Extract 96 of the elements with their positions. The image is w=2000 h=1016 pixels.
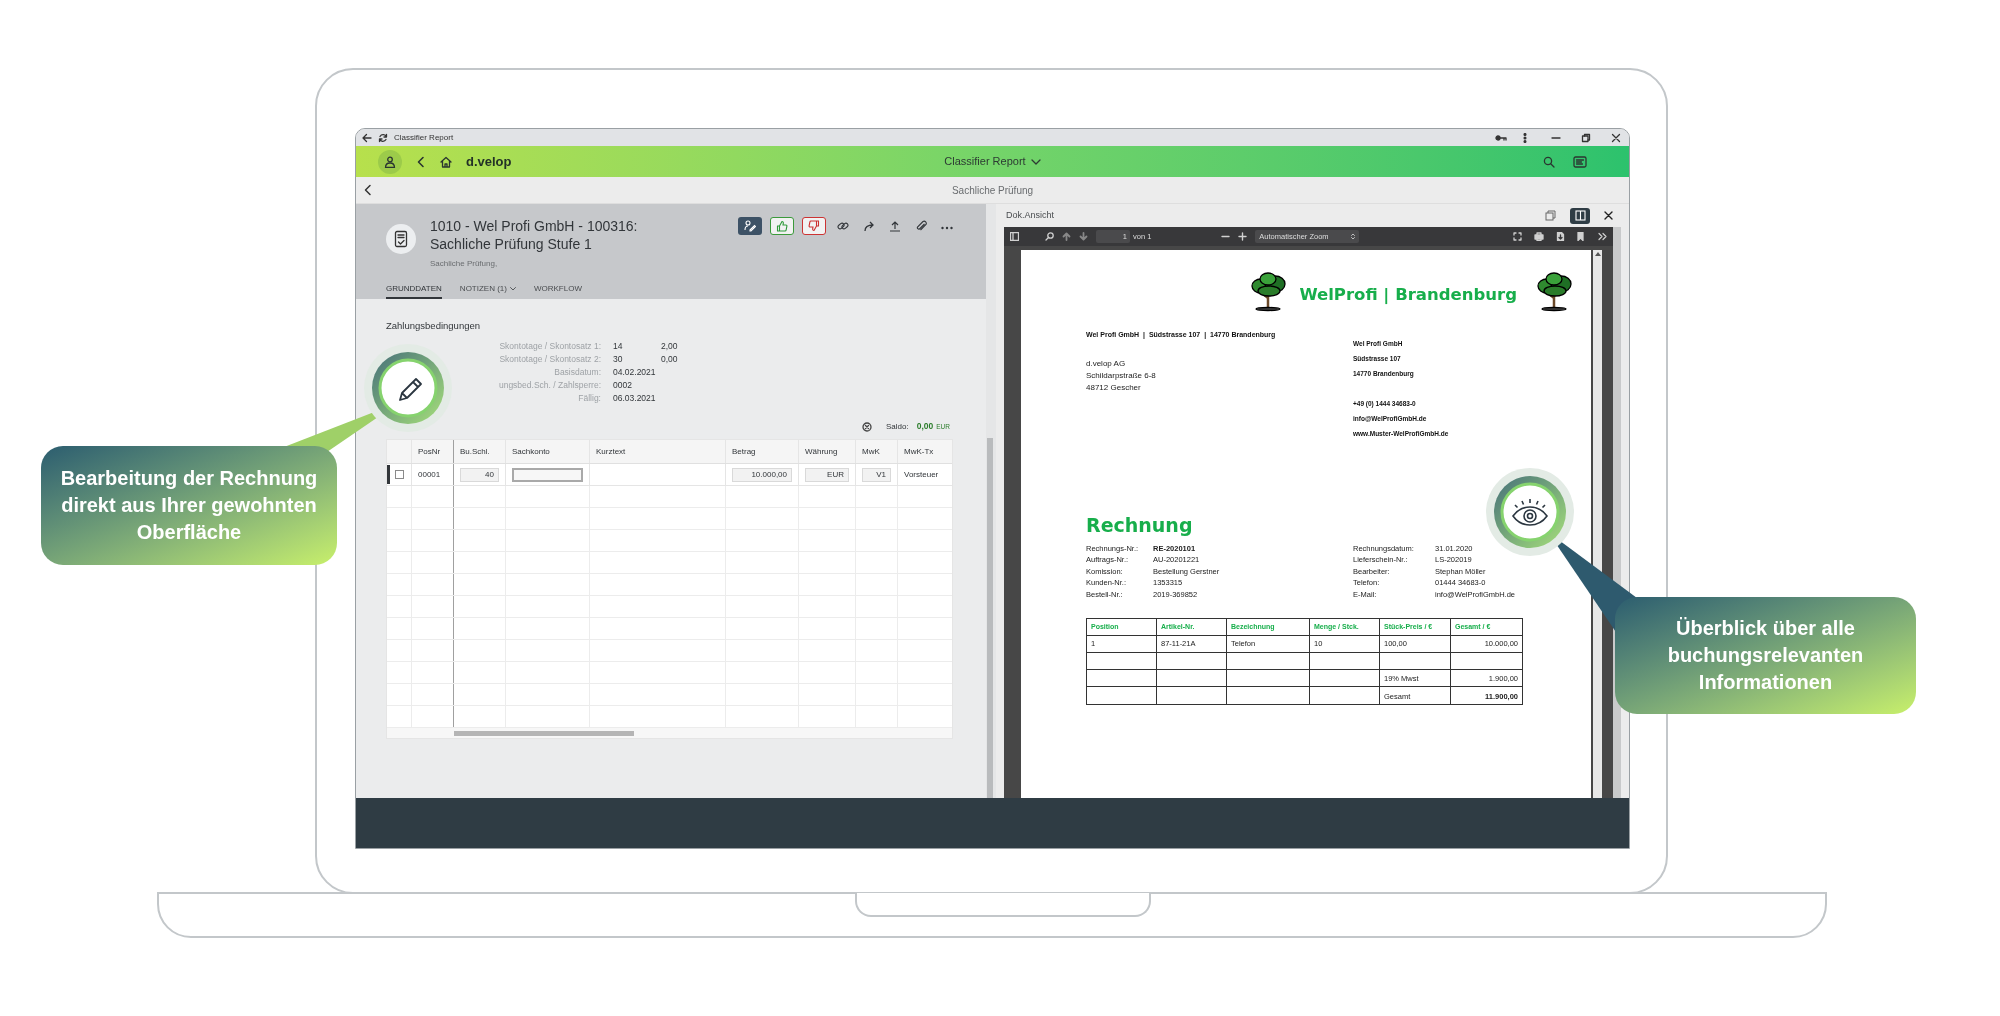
chevron-down-icon xyxy=(1030,158,1041,165)
sidebar-toggle-icon[interactable] xyxy=(1010,232,1019,241)
table-cell: Vorsteuer xyxy=(904,468,939,481)
scrollbar-thumb[interactable] xyxy=(454,730,634,736)
tree-drawing xyxy=(1535,272,1575,312)
field-label: Fällig: xyxy=(577,393,601,404)
callout-bubble: Bearbeitung der Rechnung direkt aus Ihrer gewohnten Oberfläche xyxy=(41,446,337,565)
view-mode-button[interactable] xyxy=(1570,207,1590,224)
print-icon[interactable] xyxy=(1534,232,1544,241)
reset-icon[interactable] xyxy=(862,421,873,432)
input-field[interactable]: EUR xyxy=(805,467,849,482)
field-label: Basisdatum: xyxy=(553,367,601,378)
field-value: 30 xyxy=(612,354,624,365)
double-chevron-icon[interactable] xyxy=(1598,232,1607,241)
column-header[interactable]: Bu.Schl. xyxy=(460,445,490,458)
user-avatar[interactable] xyxy=(378,149,402,174)
column-header[interactable]: MwK xyxy=(862,445,880,458)
close-icon[interactable] xyxy=(1604,211,1613,220)
saldo-label: Saldo: xyxy=(886,420,909,433)
select-arrows-icon xyxy=(1351,233,1356,240)
home-icon[interactable] xyxy=(440,155,452,168)
input-field[interactable] xyxy=(512,467,583,482)
refresh-icon[interactable] xyxy=(378,132,388,143)
task-subtitle: Sachliche Prüfung, xyxy=(430,258,499,270)
table-cell: 00001 xyxy=(418,468,441,481)
kebab-menu-icon[interactable] xyxy=(1523,132,1527,143)
back-icon[interactable] xyxy=(416,155,426,168)
callout-bubble: Überblick über alle buchungsrelevanten Informationen xyxy=(1615,597,1916,714)
fullscreen-icon[interactable] xyxy=(1513,232,1522,241)
link-icon xyxy=(837,220,849,232)
task-title: 1010 - Wel Profi GmbH - 100316: xyxy=(430,217,638,235)
field-value: 14 xyxy=(612,341,624,352)
field-value: 06.03.2021 xyxy=(612,393,657,404)
address-line: Schildarpstraße 6-8 xyxy=(1086,369,1157,382)
reject-button[interactable] xyxy=(802,217,826,235)
column-header[interactable]: PosNr xyxy=(418,445,441,458)
field-label: Skontotage / Skontosatz 1: xyxy=(498,341,601,352)
app-title-menu[interactable]: Classifier Report xyxy=(944,153,1041,170)
input-field[interactable]: 40 xyxy=(460,467,499,482)
download-icon[interactable] xyxy=(1556,232,1565,241)
search-icon[interactable] xyxy=(1045,232,1054,241)
arrow-down-icon[interactable] xyxy=(1079,232,1088,241)
field-value: 2,00 xyxy=(661,341,679,352)
scrollbar-thumb[interactable] xyxy=(987,438,993,798)
section-heading: Zahlungsbedingungen xyxy=(386,319,482,333)
restore-icon[interactable] xyxy=(1581,132,1591,143)
more-icon xyxy=(941,226,953,230)
field-value: 0,00 xyxy=(661,354,679,365)
input-field[interactable]: V1 xyxy=(862,467,891,482)
arrow-up-icon[interactable] xyxy=(1062,232,1071,241)
back-icon[interactable] xyxy=(364,184,372,196)
close-icon[interactable] xyxy=(1611,132,1621,143)
thumbs-up-icon xyxy=(776,220,788,232)
page-title: Sachliche Prüfung xyxy=(951,183,1034,198)
column-header[interactable]: MwK-Tx xyxy=(904,445,934,458)
column-header[interactable]: Sachkonto xyxy=(512,445,550,458)
input-field[interactable]: 10.000,00 xyxy=(732,467,792,482)
brand-logo[interactable]: d.velop xyxy=(466,151,512,172)
approve-button[interactable] xyxy=(770,217,794,235)
tab[interactable]: GRUNDDATEN xyxy=(386,281,442,299)
clipboard-check-icon xyxy=(394,230,408,248)
person-edit-icon xyxy=(744,220,756,232)
column-header[interactable]: Kurztext xyxy=(596,445,626,458)
panel-title: Dok.Ansicht xyxy=(1006,208,1055,222)
column-header[interactable]: Betrag xyxy=(732,445,756,458)
bookmark-icon[interactable] xyxy=(1577,232,1584,241)
key-icon[interactable] xyxy=(1495,133,1507,142)
address-line: 48712 Gescher xyxy=(1086,381,1142,394)
field-value: 0002 xyxy=(612,380,633,391)
row-checkbox[interactable] xyxy=(394,470,404,479)
person-icon xyxy=(384,155,396,168)
edit-button[interactable] xyxy=(738,217,762,235)
company-logo-text: WelProfi | Brandenburg xyxy=(1299,284,1517,307)
saldo-amount: 0,00 xyxy=(916,420,934,433)
column-header[interactable]: Währung xyxy=(805,445,838,458)
split-view-icon xyxy=(1574,210,1586,221)
zoom-in-icon[interactable] xyxy=(1238,232,1248,241)
task-title: Sachliche Prüfung Stufe 1 xyxy=(430,235,593,253)
paperclip-icon xyxy=(915,220,927,232)
tab[interactable]: NOTIZEN (1) xyxy=(459,281,516,299)
forward-arrow-icon xyxy=(863,220,875,232)
scroll-up-arrow-icon[interactable] xyxy=(1594,252,1601,256)
invoice-title: Rechnung xyxy=(1086,513,1193,538)
tab[interactable]: WORKFLOW xyxy=(533,281,582,299)
list-icon[interactable] xyxy=(1573,155,1587,168)
field-value: 04.02.2021 xyxy=(612,367,657,378)
upload-icon xyxy=(889,220,901,232)
window-title: Classifier Report xyxy=(394,131,454,144)
thumbs-down-icon xyxy=(808,220,820,232)
windows-icon xyxy=(1544,210,1556,221)
field-label: ungsbed.Sch. / Zahlsperre: xyxy=(497,380,601,391)
eye-icon xyxy=(1510,497,1550,527)
field-label: Skontotage / Skontosatz 2: xyxy=(498,354,601,365)
search-icon[interactable] xyxy=(1543,155,1555,168)
address-line: d.velop AG xyxy=(1086,357,1127,370)
back-icon[interactable] xyxy=(362,132,372,143)
